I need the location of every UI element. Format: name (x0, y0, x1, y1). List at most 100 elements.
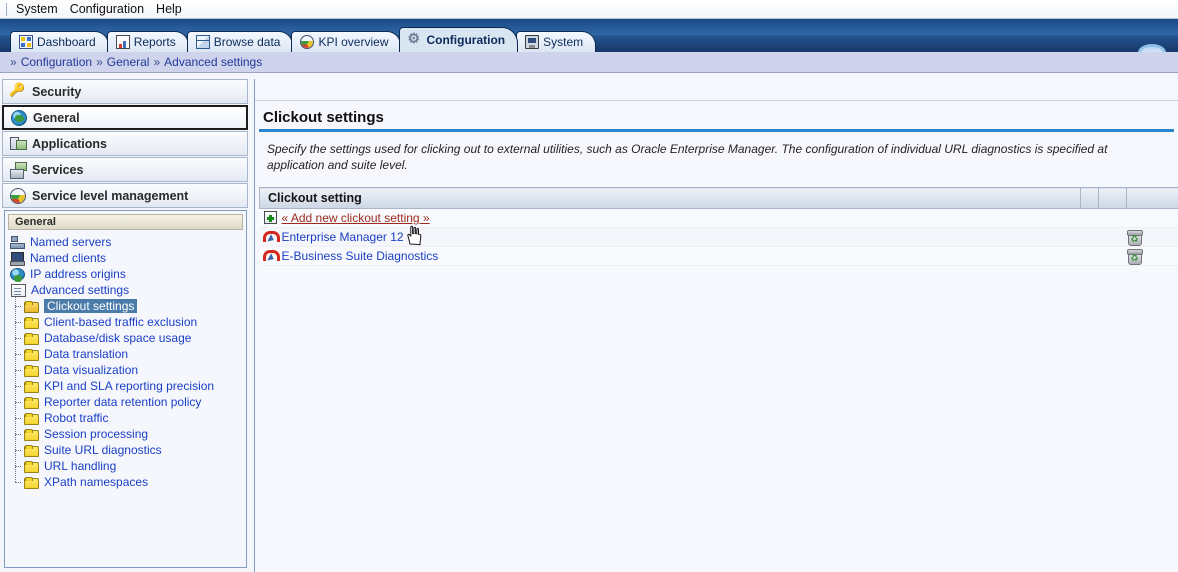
folder-icon (24, 380, 39, 393)
add-new-clickout-setting-link[interactable]: « Add new clickout setting » (282, 211, 430, 225)
tree-item-label: Reporter data retention policy (44, 395, 202, 409)
table-row[interactable]: Enterprise Manager 12 ♻ (259, 227, 1178, 247)
table-row-add-new[interactable]: « Add new clickout setting » (259, 208, 1178, 228)
named-servers-icon (10, 235, 25, 249)
tree-item-label: Robot traffic (44, 411, 109, 425)
row-icon-cell (259, 227, 282, 247)
tree-item-label: Clickout settings (44, 299, 138, 313)
tree-item-reporter-data-retention-policy[interactable]: Reporter data retention policy (8, 393, 246, 410)
folder-icon (24, 428, 39, 441)
tree-item-label: Data translation (44, 347, 129, 361)
tree-item-xpath-namespaces[interactable]: XPath namespaces (8, 473, 246, 490)
tree-item-label: Named servers (30, 235, 112, 249)
trash-icon[interactable]: ♻ (1126, 229, 1143, 246)
column-header-spacer-2 (1098, 187, 1127, 209)
sidebar-group-label: Service level management (32, 188, 189, 203)
services-icon (10, 161, 27, 179)
advanced-settings-icon (11, 283, 26, 297)
table-header-row: Clickout setting (259, 187, 1178, 209)
clickout-setting-link[interactable]: Enterprise Manager 12 (282, 230, 404, 244)
page-title: Clickout settings (259, 109, 1174, 132)
folder-icon (24, 460, 39, 473)
tab-reports[interactable]: Reports (106, 31, 189, 52)
actions-cell: ♻ (1126, 246, 1178, 266)
tab-system[interactable]: System (516, 31, 597, 52)
menu-item-configuration[interactable]: Configuration (64, 0, 150, 18)
folder-icon (24, 348, 39, 361)
tree-item-label: Suite URL diagnostics (44, 443, 162, 457)
sidebar-group-label: Security (32, 84, 82, 99)
column-header-actions (1126, 187, 1178, 209)
trash-icon[interactable]: ♻ (1126, 248, 1143, 265)
breadcrumb-item-configuration[interactable]: Configuration (21, 55, 92, 69)
row-icon-cell (259, 246, 282, 266)
tree-item-label: Data visualization (44, 363, 139, 377)
recycle-glyph: ♻ (1130, 252, 1139, 263)
tree-item-named-servers[interactable]: Named servers (8, 234, 246, 250)
tab-dashboard[interactable]: Dashboard (10, 31, 109, 52)
clickout-icon (263, 249, 280, 263)
sidebar-item-services[interactable]: Services (2, 157, 248, 182)
sidebar-group-label: Applications (32, 136, 108, 151)
ip-address-origins-icon (10, 267, 25, 282)
named-clients-icon (10, 251, 25, 266)
tab-label: Dashboard (37, 35, 96, 49)
clickout-settings-table: Clickout setting « Add new clickout sett… (259, 187, 1178, 266)
breadcrumb: » Configuration » General » Advanced set… (0, 52, 1178, 73)
menu-item-help[interactable]: Help (150, 0, 188, 18)
breadcrumb-separator: » (96, 55, 103, 69)
column-header-clickout-setting[interactable]: Clickout setting (259, 187, 1081, 209)
tab-label: Configuration (426, 33, 506, 47)
breadcrumb-item-general[interactable]: General (107, 55, 150, 69)
folder-icon (24, 364, 39, 377)
spacer-cell (1098, 208, 1127, 228)
tree-item-label: URL handling (44, 459, 117, 473)
sidebar-group-label: Services (32, 162, 84, 177)
tab-kpi-overview[interactable]: KPI overview (291, 31, 402, 52)
column-header-spacer-1 (1080, 187, 1099, 209)
clickout-setting-link[interactable]: E-Business Suite Diagnostics (282, 249, 439, 263)
sidebar-item-service-level-management[interactable]: Service level management (2, 183, 248, 208)
gauge-icon (300, 35, 315, 49)
tree-item-label: Named clients (30, 251, 107, 265)
breadcrumb-item-advanced-settings[interactable]: Advanced settings (164, 55, 262, 69)
monitor-icon (525, 35, 540, 49)
breadcrumb-separator: » (10, 55, 17, 69)
tree-item-robot-traffic[interactable]: Robot traffic (8, 409, 246, 426)
spacer-cell (1098, 227, 1127, 247)
tree-item-suite-url-diagnostics[interactable]: Suite URL diagnostics (8, 441, 246, 458)
tree-item-label: Client-based traffic exclusion (44, 315, 198, 329)
tree-item-clickout-settings[interactable]: Clickout settings (8, 297, 246, 314)
tree-item-client-based-traffic-exclusion[interactable]: Client-based traffic exclusion (8, 313, 246, 330)
tab-configuration[interactable]: Configuration (399, 27, 519, 52)
table-row[interactable]: E-Business Suite Diagnostics ♻ (259, 246, 1178, 266)
folder-icon (24, 476, 39, 489)
sidebar-item-applications[interactable]: Applications (2, 131, 248, 156)
tree-item-named-clients[interactable]: Named clients (8, 250, 246, 266)
actions-cell (1126, 208, 1178, 228)
tree-item-ip-address-origins[interactable]: IP address origins (8, 266, 246, 282)
tab-browse-data[interactable]: Browse data (186, 31, 294, 52)
tree-item-session-processing[interactable]: Session processing (8, 425, 246, 442)
sidebar: Security General Applications Services S… (0, 79, 250, 572)
tree-item-data-translation[interactable]: Data translation (8, 345, 246, 362)
sidebar-tree-panel: General Named servers Named clients IP a… (4, 210, 247, 568)
spacer-cell (1098, 246, 1127, 266)
add-plus-icon[interactable] (264, 211, 277, 224)
tree-item-database-disk-space-usage[interactable]: Database/disk space usage (8, 329, 246, 346)
tree-item-advanced-settings[interactable]: Advanced settings (8, 282, 246, 298)
menu-item-system[interactable]: System (10, 0, 64, 18)
breadcrumb-separator: » (153, 55, 161, 69)
sidebar-item-general[interactable]: General (2, 105, 248, 130)
cube-icon (195, 35, 210, 49)
applications-icon (10, 136, 27, 152)
key-icon (9, 82, 26, 100)
application-window: System Configuration Help Dashboard Repo… (0, 0, 1178, 572)
tree-item-url-handling[interactable]: URL handling (8, 457, 246, 474)
tab-label: Reports (133, 35, 176, 49)
sidebar-item-security[interactable]: Security (2, 79, 248, 104)
tree-item-data-visualization[interactable]: Data visualization (8, 361, 246, 378)
tree-item-kpi-and-sla-reporting-precision[interactable]: KPI and SLA reporting precision (8, 377, 246, 394)
actions-cell: ♻ (1126, 227, 1178, 247)
spacer-cell (1080, 208, 1099, 228)
